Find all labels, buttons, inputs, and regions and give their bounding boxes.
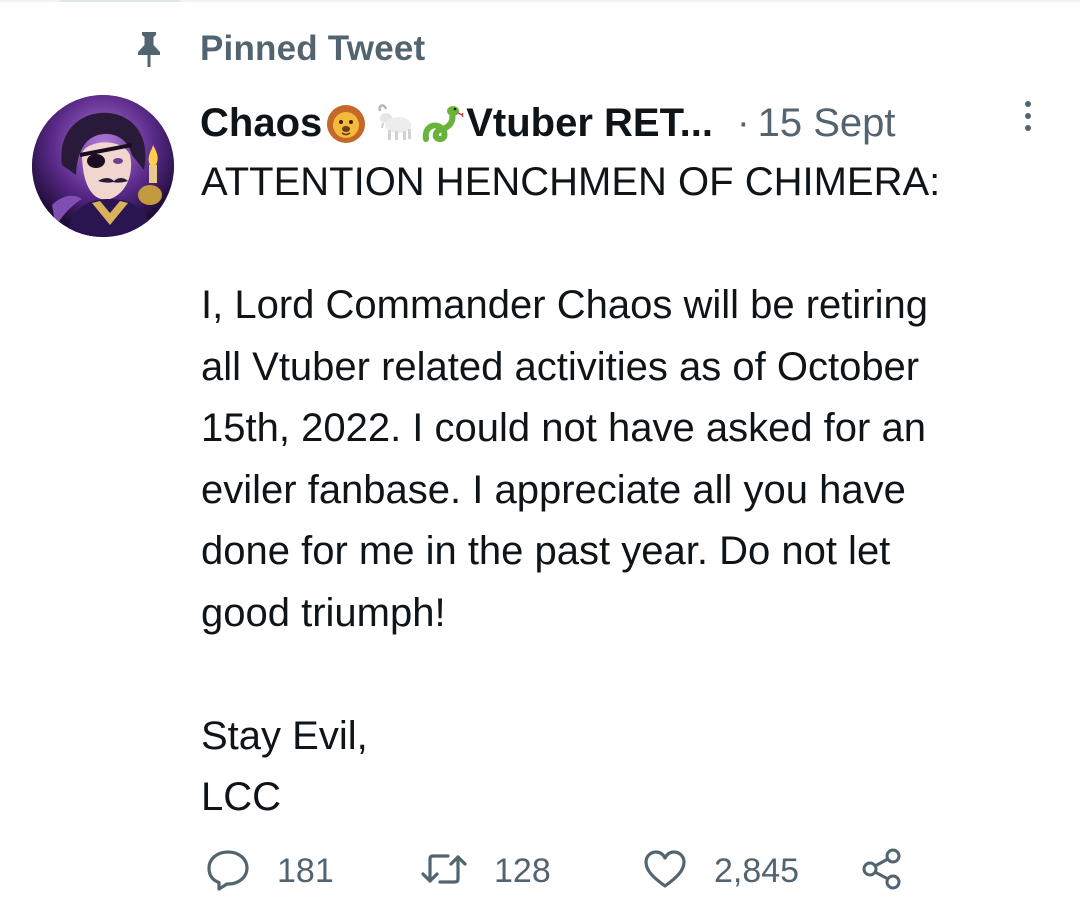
avatar[interactable] [32,95,174,237]
like-button[interactable]: 2,845 [642,843,799,899]
retweet-button[interactable]: 128 [420,843,551,899]
heart-icon [642,848,688,895]
more-options-button[interactable] [1008,96,1048,140]
tweet-line: eviler fanbase. I appreciate all you hav… [201,467,906,512]
tweet-line: I, Lord Commander Chaos will be retiring [201,283,928,327]
tweet-action-bar: 181 128 2,845 [200,843,920,899]
tweet-line: good triumph! [201,590,446,635]
pinned-tweet-indicator: Pinned Tweet [132,28,425,70]
reply-icon [205,847,251,896]
display-name[interactable]: Chaos [200,101,322,146]
tweet-line: LCC [201,775,282,819]
tweet-timestamp[interactable]: 15 Sept [758,101,896,146]
tweet-blank-line [201,214,1061,276]
display-name-suffix[interactable]: Vtuber RET... [466,101,713,146]
tweet-line: ATTENTION HENCHMEN OF CHIMERA: [201,160,941,204]
retweet-icon [420,849,468,894]
reply-button[interactable]: 181 [205,843,334,899]
tweet-text: ATTENTION HENCHMEN OF CHIMERA: I, Lord C… [201,152,1061,829]
pin-icon [132,29,166,69]
snake-emoji-icon [420,101,464,145]
reply-count: 181 [277,851,334,890]
top-divider-accent [60,0,180,2]
tweet-line: Stay Evil, [201,713,368,758]
tweet-header: Chaos Vtuber RET... · 15 Sept [200,96,1040,150]
tweet-line: all Vtuber related activities as of Octo… [201,344,920,389]
retweet-count: 128 [494,851,551,890]
goat-emoji-icon [372,101,416,145]
lion-emoji-icon [324,101,368,145]
header-separator: · [736,101,750,144]
share-icon [860,847,904,896]
share-button[interactable] [860,843,904,899]
tweet-blank-line [201,644,1061,706]
tweet-line: 15th, 2022. I could not have asked for a… [201,406,926,450]
like-count: 2,845 [714,851,800,890]
tweet-line: done for me in the past year. Do not let [201,529,891,573]
pinned-tweet-label: Pinned Tweet [200,29,426,68]
more-vertical-icon [1022,99,1034,138]
